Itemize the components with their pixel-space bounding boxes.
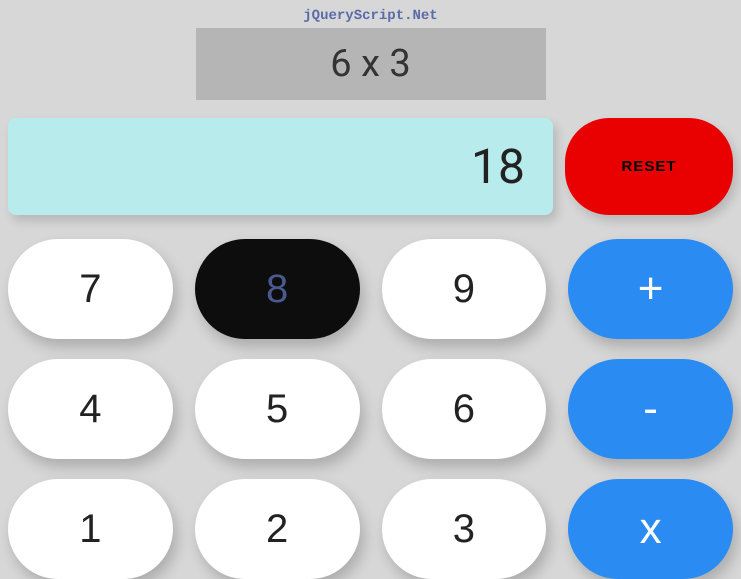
- key-5[interactable]: 5: [195, 359, 360, 459]
- result-display: 18: [8, 118, 553, 215]
- reset-button[interactable]: RESET: [565, 118, 733, 215]
- expression-display: 6 x 3: [196, 28, 546, 100]
- key-9[interactable]: 9: [382, 239, 547, 339]
- key-minus[interactable]: -: [568, 359, 733, 459]
- key-8[interactable]: 8: [195, 239, 360, 339]
- key-multiply[interactable]: x: [568, 479, 733, 579]
- key-2[interactable]: 2: [195, 479, 360, 579]
- keypad: 7 8 9 + 4 5 6 - 1 2 3 x: [8, 239, 733, 579]
- key-6[interactable]: 6: [382, 359, 547, 459]
- result-row: 18 RESET: [8, 118, 733, 215]
- key-4[interactable]: 4: [8, 359, 173, 459]
- key-1[interactable]: 1: [8, 479, 173, 579]
- key-7[interactable]: 7: [8, 239, 173, 339]
- key-3[interactable]: 3: [382, 479, 547, 579]
- site-title: jQueryScript.Net: [303, 8, 437, 24]
- key-plus[interactable]: +: [568, 239, 733, 339]
